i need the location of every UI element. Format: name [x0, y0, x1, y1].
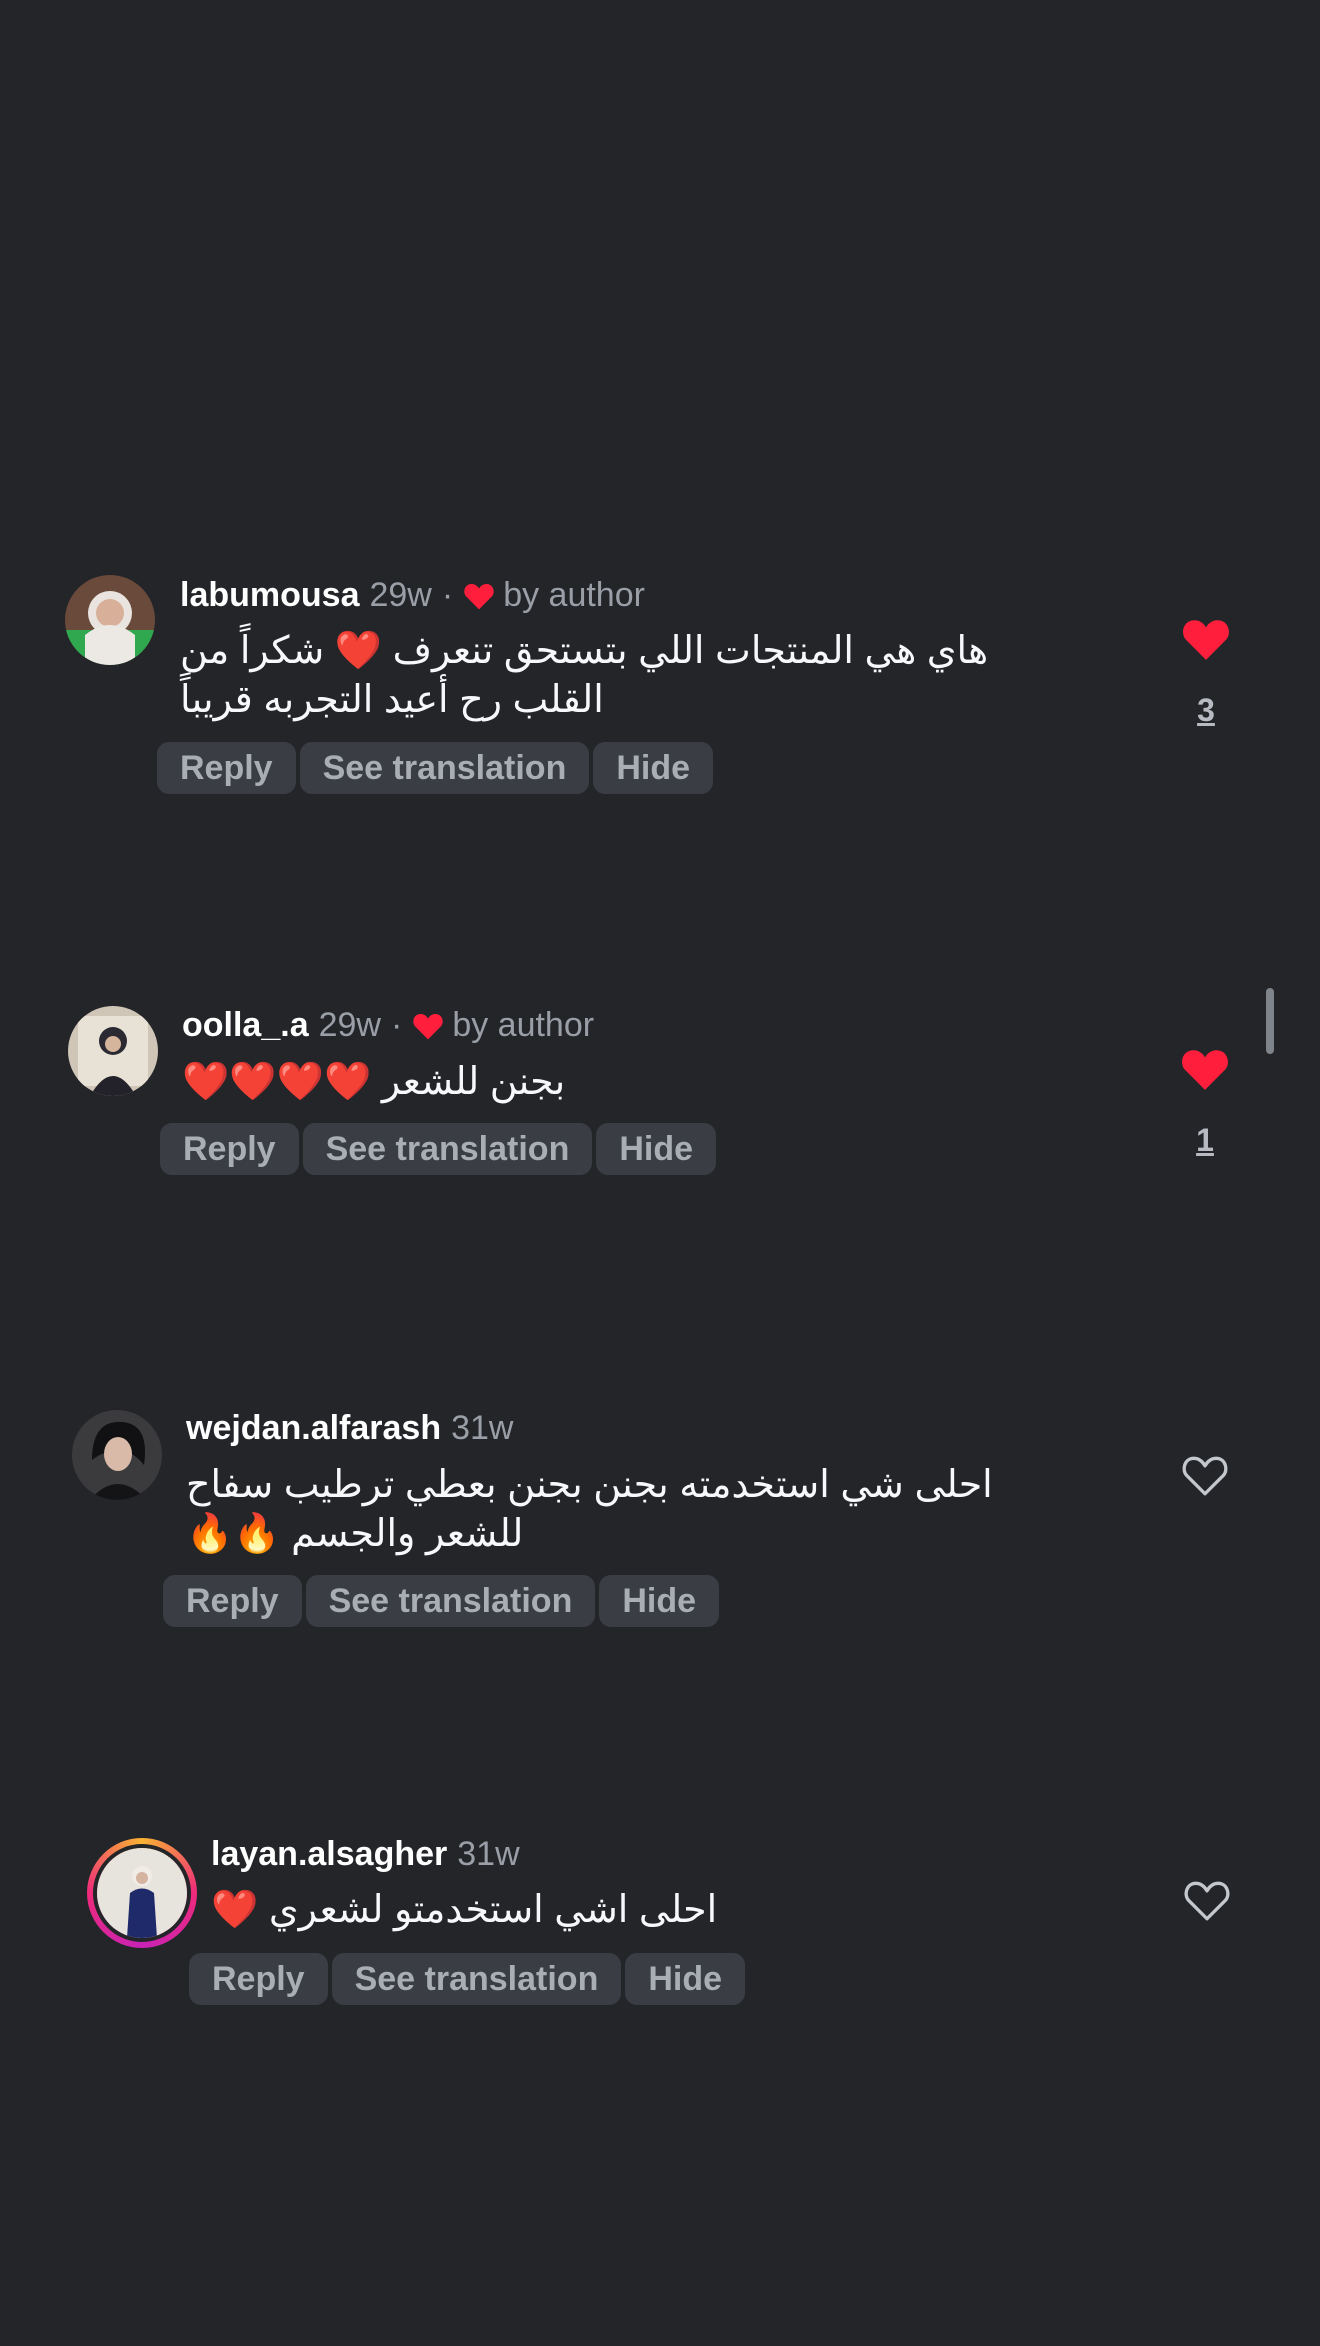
- comment-text-line: بجنن للشعر ❤️❤️❤️❤️: [182, 1061, 566, 1103]
- comment-text: هاي هي المنتجات اللي بتستحق تنعرف ❤️ شكر…: [180, 627, 1140, 725]
- timestamp: 31w: [457, 1835, 520, 1873]
- separator-dot: ·: [441, 576, 454, 614]
- timestamp: 29w: [318, 1006, 381, 1044]
- comment-text-line: احلى شي استخدمته بجنن بجنن بعطي ترطيب سف…: [186, 1464, 993, 1506]
- like-button[interactable]: [1181, 616, 1231, 662]
- reply-button[interactable]: Reply: [157, 742, 296, 794]
- like-count[interactable]: 3: [1181, 692, 1231, 729]
- avatar: [93, 1844, 191, 1942]
- comment-header: wejdan.alfarash 31w: [186, 1409, 513, 1448]
- comment-actions: Reply See translation Hide: [189, 1953, 746, 2005]
- avatar-image: [72, 1410, 162, 1500]
- see-translation-button[interactable]: See translation: [299, 742, 590, 794]
- comment-header: labumousa 29w · by author: [180, 576, 645, 615]
- comment-text-line: هاي هي المنتجات اللي بتستحق تنعرف ❤️ شكر…: [180, 630, 989, 672]
- avatar[interactable]: [65, 575, 155, 665]
- comment-header: layan.alsagher 31w: [211, 1835, 520, 1874]
- avatar-with-story-ring[interactable]: [87, 1838, 197, 1948]
- username[interactable]: oolla_.a: [182, 1006, 309, 1045]
- comment-text-line: احلى اشي استخدمتو لشعري ❤️: [211, 1889, 718, 1931]
- comment-text-line: القلب رح أعيد التجربه قريباً: [180, 679, 604, 721]
- reply-button[interactable]: Reply: [160, 1123, 299, 1175]
- comment-actions: Reply See translation Hide: [160, 1123, 717, 1175]
- hide-button[interactable]: Hide: [599, 1575, 720, 1627]
- hide-button[interactable]: Hide: [596, 1123, 717, 1175]
- like-count[interactable]: 1: [1180, 1122, 1230, 1159]
- liked-by-author-label: by author: [452, 1006, 595, 1044]
- username[interactable]: layan.alsagher: [211, 1835, 447, 1874]
- liked-by-author-label: by author: [503, 576, 645, 614]
- like-button[interactable]: [1180, 1046, 1230, 1092]
- hide-button[interactable]: Hide: [625, 1953, 746, 2005]
- avatar[interactable]: [72, 1410, 162, 1500]
- username[interactable]: wejdan.alfarash: [186, 1409, 441, 1448]
- avatar[interactable]: [68, 1006, 158, 1096]
- separator-dot: ·: [390, 1006, 403, 1044]
- heart-outline-icon: [1184, 1881, 1230, 1921]
- comment-actions: Reply See translation Hide: [157, 742, 714, 794]
- reply-button[interactable]: Reply: [163, 1575, 302, 1627]
- hide-button[interactable]: Hide: [593, 742, 714, 794]
- avatar-image: [65, 575, 155, 665]
- like-button[interactable]: [1182, 1877, 1232, 1923]
- comment-actions: Reply See translation Hide: [163, 1575, 720, 1627]
- avatar-image: [97, 1848, 187, 1938]
- heart-filled-icon: [1182, 1050, 1228, 1090]
- avatar-image: [68, 1006, 158, 1096]
- comment-text: احلى اشي استخدمتو لشعري ❤️: [211, 1886, 1171, 1935]
- comment-text: احلى شي استخدمته بجنن بجنن بعطي ترطيب سف…: [186, 1461, 1146, 1559]
- timestamp: 31w: [451, 1409, 514, 1447]
- heart-outline-icon: [1182, 1456, 1228, 1496]
- like-button[interactable]: [1180, 1452, 1230, 1498]
- reply-button[interactable]: Reply: [189, 1953, 328, 2005]
- see-translation-button[interactable]: See translation: [305, 1575, 596, 1627]
- comment-text: بجنن للشعر ❤️❤️❤️❤️: [182, 1058, 1142, 1107]
- heart-icon: [464, 583, 494, 609]
- comment-text-line: للشعر والجسم 🔥🔥: [186, 1513, 524, 1555]
- see-translation-button[interactable]: See translation: [331, 1953, 622, 2005]
- heart-filled-icon: [1183, 620, 1229, 660]
- scrollbar[interactable]: [1266, 988, 1274, 1054]
- see-translation-button[interactable]: See translation: [302, 1123, 593, 1175]
- timestamp: 29w: [369, 576, 432, 614]
- heart-icon: [413, 1013, 444, 1039]
- comment-header: oolla_.a 29w · by author: [182, 1006, 594, 1045]
- username[interactable]: labumousa: [180, 576, 359, 615]
